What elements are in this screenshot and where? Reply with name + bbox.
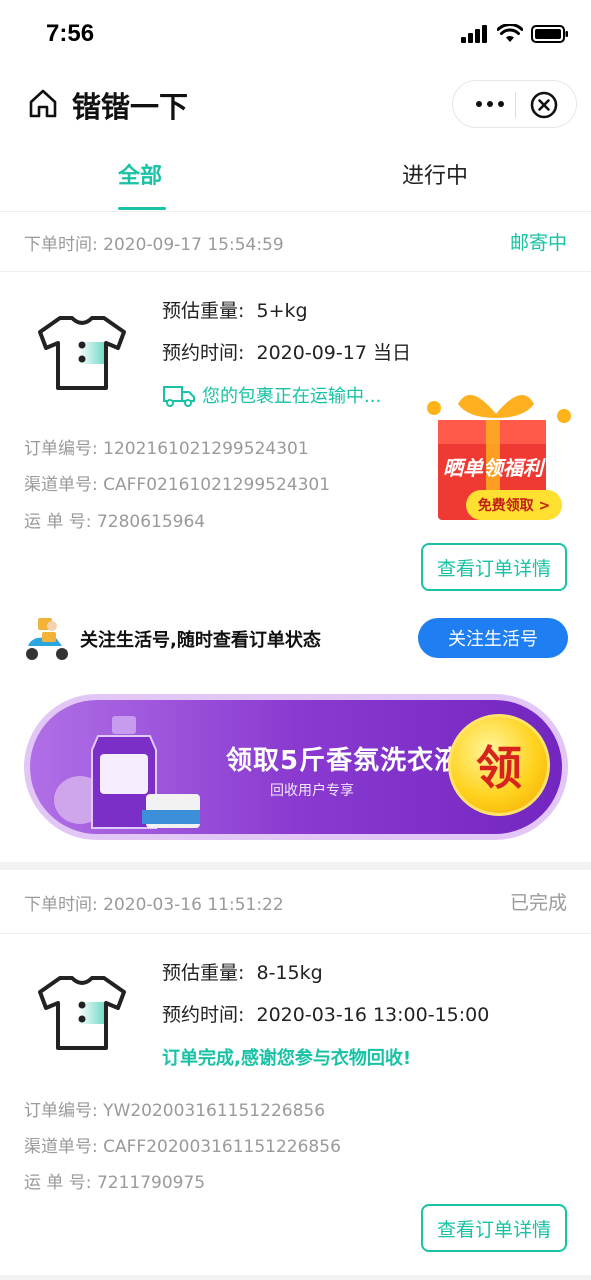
order-card: 下单时间: 2020-09-17 15:54:59 邮寄中 预估重量: 5+kg…: [0, 212, 591, 862]
view-order-detail-button[interactable]: 查看订单详情: [421, 1204, 567, 1252]
gift-promo[interactable]: 晒单领福利 免费领取 >: [420, 382, 572, 532]
order-header: 下单时间: 2020-03-16 11:51:22 已完成: [0, 870, 591, 934]
waybill-number: 运 单 号: 7211790975: [24, 1168, 205, 1193]
tshirt-icon: [38, 316, 126, 390]
estimated-weight: 预估重量: 8-15kg: [162, 958, 323, 985]
promo-subtitle: 回收用户专享: [270, 783, 354, 799]
waybill-value: 7280615964: [96, 512, 206, 532]
tab-in-progress[interactable]: 进行中: [402, 158, 468, 190]
nav-bar: 锴锴一下: [0, 70, 591, 140]
estimated-weight: 预估重量: 5+kg: [162, 296, 308, 323]
detergent-bottle-icon: [54, 716, 200, 829]
order-time-value: 2020-03-16 11:51:22: [103, 895, 284, 915]
order-number-label: 订单编号:: [24, 439, 98, 459]
more-icon[interactable]: [467, 81, 513, 127]
page-title: 锴锴一下: [72, 90, 189, 124]
follow-banner: 关注生活号,随时查看订单状态 关注生活号: [0, 612, 591, 664]
close-icon[interactable]: [529, 90, 559, 120]
channel-number: 渠道单号: CAFF02161021299524301: [24, 470, 330, 495]
channel-number-label: 渠道单号:: [24, 1137, 98, 1157]
follow-text: 关注生活号,随时查看订单状态: [80, 630, 321, 651]
order-time-value: 2020-09-17 15:54:59: [103, 235, 284, 255]
order-time-label: 下单时间:: [24, 895, 98, 915]
claim-badge[interactable]: 领: [448, 714, 550, 816]
home-icon[interactable]: [26, 86, 60, 120]
order-number-value: YW202003161151226856: [103, 1101, 326, 1121]
wifi-icon: [497, 24, 523, 42]
channel-number-label: 渠道单号:: [24, 475, 98, 495]
waybill-value: 7211790975: [96, 1173, 206, 1193]
tab-bar: 全部 进行中: [0, 140, 591, 212]
order-number-label: 订单编号:: [24, 1101, 98, 1121]
waybill-label: 运 单 号:: [24, 512, 92, 532]
order-time: 下单时间: 2020-09-17 15:54:59: [24, 230, 284, 255]
weight-label: 预估重量:: [162, 300, 245, 322]
free-claim-button[interactable]: 免费领取 >: [466, 490, 562, 520]
capsule-divider: [515, 92, 516, 118]
active-tab-indicator: [118, 207, 166, 210]
waybill-label: 运 单 号:: [24, 1173, 92, 1193]
tab-all[interactable]: 全部: [118, 158, 162, 190]
channel-number: 渠道单号: CAFF202003161151226856: [24, 1132, 341, 1157]
weight-label: 预估重量:: [162, 962, 245, 984]
order-time: 下单时间: 2020-03-16 11:51:22: [24, 890, 284, 915]
mini-program-capsule: [452, 80, 577, 128]
signal-icon: [461, 24, 487, 43]
follow-button[interactable]: 关注生活号: [418, 618, 568, 658]
truck-icon: [163, 386, 195, 407]
transit-message: 您的包裹正在运输中...: [202, 386, 382, 407]
appointment-time: 预约时间: 2020-03-16 13:00-15:00: [162, 1000, 489, 1027]
channel-number-value: CAFF202003161151226856: [103, 1137, 341, 1157]
appointment-value: 2020-03-16 13:00-15:00: [256, 1004, 490, 1026]
appointment-value: 2020-09-17 当日: [256, 342, 411, 364]
order-status: 已完成: [509, 892, 567, 914]
promo-banner[interactable]: 领取5斤香氛洗衣液 回收用户专享 领: [24, 694, 568, 840]
appointment-label: 预约时间:: [162, 1004, 245, 1026]
status-time: 7:56: [46, 20, 95, 47]
order-number-value: 1202161021299524301: [103, 439, 309, 459]
view-order-detail-button[interactable]: 查看订单详情: [421, 543, 567, 591]
status-bar: 7:56: [0, 0, 591, 70]
waybill-number: 运 单 号: 7280615964: [24, 507, 205, 532]
weight-value: 5+kg: [256, 300, 308, 322]
battery-icon: [531, 24, 568, 43]
promo-banner-inner: 领取5斤香氛洗衣液 回收用户专享 领: [30, 700, 562, 834]
channel-number-value: CAFF02161021299524301: [103, 475, 331, 495]
order-number: 订单编号: 1202161021299524301: [24, 434, 309, 459]
order-number: 订单编号: YW202003161151226856: [24, 1096, 325, 1121]
status-icons: [461, 24, 569, 43]
delivery-scooter-icon: [26, 618, 68, 660]
order-status: 邮寄中: [509, 232, 567, 254]
section-divider: [0, 862, 591, 870]
weight-value: 8-15kg: [256, 962, 323, 984]
appointment-time: 预约时间: 2020-09-17 当日: [162, 338, 411, 365]
completion-message: 订单完成,感谢您参与衣物回收!: [162, 1048, 412, 1069]
appointment-label: 预约时间:: [162, 342, 245, 364]
section-divider: [0, 1275, 591, 1280]
transit-status: 您的包裹正在运输中...: [162, 382, 381, 408]
tshirt-icon: [38, 976, 126, 1050]
order-time-label: 下单时间:: [24, 235, 98, 255]
order-header: 下单时间: 2020-09-17 15:54:59 邮寄中: [0, 212, 591, 272]
gift-title: 晒单领福利: [443, 456, 543, 480]
promo-title: 领取5斤香氛洗衣液: [226, 746, 462, 776]
order-card: 下单时间: 2020-03-16 11:51:22 已完成 预估重量: 8-15…: [0, 870, 591, 1275]
